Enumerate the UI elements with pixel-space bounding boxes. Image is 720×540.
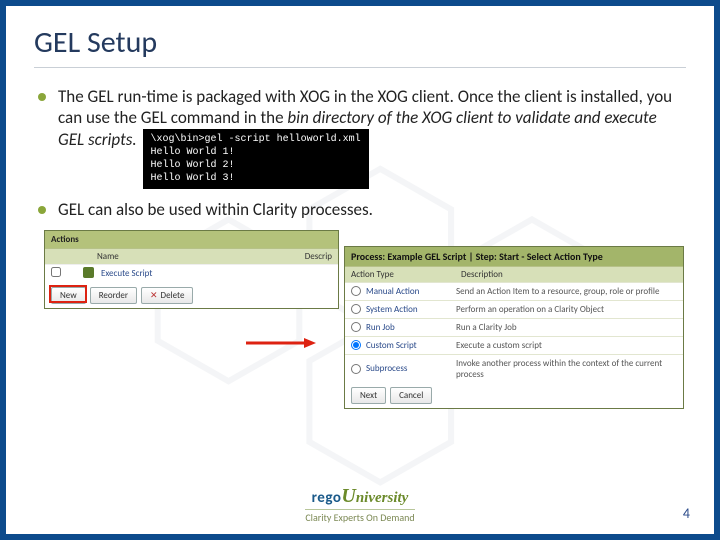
col-action-type: Action Type <box>351 269 461 280</box>
action-type-row[interactable]: Manual Action Send an Action Item to a r… <box>345 282 683 300</box>
logo-uni: niversity <box>356 490 409 506</box>
col-name: Name <box>97 251 305 262</box>
footer: regoUniversity Clarity Experts On Demand <box>6 485 714 524</box>
row-label: Subprocess <box>366 363 451 374</box>
delete-icon: ✕ <box>150 290 158 301</box>
action-type-row[interactable]: Subprocess Invoke another process within… <box>345 354 683 383</box>
radio-manual[interactable] <box>351 286 361 296</box>
row-desc: Run a Clarity Job <box>456 322 517 333</box>
actions-panel: Actions Name Descrip Execute Script New … <box>44 230 339 309</box>
actions-columns: Name Descrip <box>45 248 338 264</box>
arrow-indicator <box>246 336 316 350</box>
row-label: System Action <box>366 304 451 315</box>
logo: regoUniversity Clarity Experts On Demand <box>305 485 414 524</box>
bullet-1: The GEL run-time is packaged with XOG in… <box>34 86 686 189</box>
radio-subprocess[interactable] <box>351 364 361 374</box>
row-desc: Perform an operation on a Clarity Object <box>456 304 604 315</box>
row-label: Execute Script <box>101 268 152 279</box>
col-description: Description <box>461 269 503 280</box>
radio-custom[interactable] <box>351 340 361 350</box>
page-number: 4 <box>683 505 690 522</box>
bullet-2: GEL can also be used within Clarity proc… <box>34 199 686 220</box>
next-button[interactable]: Next <box>351 387 386 404</box>
action-type-row[interactable]: Run Job Run a Clarity Job <box>345 318 683 336</box>
row-checkbox[interactable] <box>51 267 61 277</box>
action-type-row[interactable]: Custom Script Execute a custom script <box>345 336 683 354</box>
action-type-panel: Process: Example GEL Script | Step: Star… <box>344 246 684 409</box>
action-type-row[interactable]: System Action Perform an operation on a … <box>345 300 683 318</box>
radio-runjob[interactable] <box>351 322 361 332</box>
script-icon <box>83 267 94 278</box>
row-desc: Execute a custom script <box>456 340 542 351</box>
cancel-button[interactable]: Cancel <box>390 387 432 404</box>
logo-tagline: Clarity Experts On Demand <box>305 509 414 524</box>
row-label: Manual Action <box>366 286 451 297</box>
delete-label: Delete <box>161 290 185 301</box>
list-item[interactable]: Execute Script <box>45 264 338 283</box>
reorder-button[interactable]: Reorder <box>90 287 137 304</box>
logo-U: U <box>341 485 355 507</box>
terminal-output: \xog\bin>gel -script helloworld.xml Hell… <box>143 129 369 189</box>
row-label: Custom Script <box>366 340 451 351</box>
radio-system[interactable] <box>351 304 361 314</box>
col-desc: Descrip <box>305 251 332 262</box>
slide-title: GEL Setup <box>34 24 686 68</box>
actions-header: Actions <box>45 231 338 248</box>
row-desc: Send an Action Item to a resource, group… <box>456 286 659 297</box>
action-type-columns: Action Type Description <box>345 266 683 282</box>
row-desc: Invoke another process within the contex… <box>456 358 677 380</box>
process-header: Process: Example GEL Script | Step: Star… <box>345 247 683 266</box>
logo-rego: rego <box>312 489 342 507</box>
delete-button[interactable]: ✕ Delete <box>141 287 193 304</box>
row-label: Run Job <box>366 322 451 333</box>
new-button[interactable]: New <box>51 287 86 304</box>
